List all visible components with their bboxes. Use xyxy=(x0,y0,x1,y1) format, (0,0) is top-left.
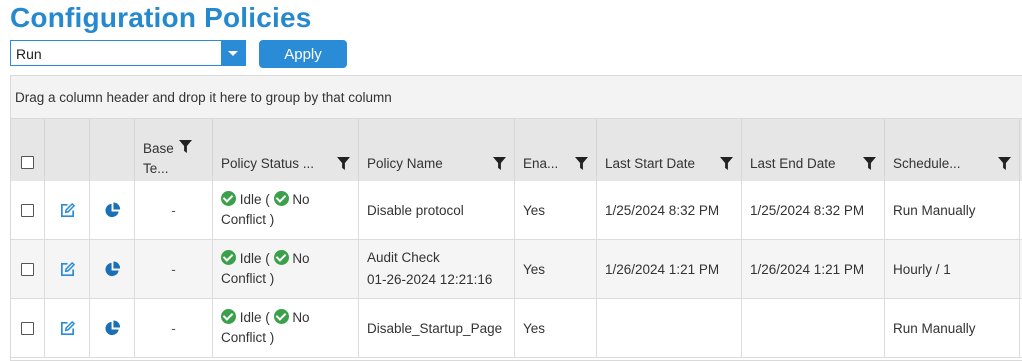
row-policy-name[interactable]: Disable protocol xyxy=(359,181,515,239)
row-last-start: 1/25/2024 8:32 PM xyxy=(597,181,742,239)
pie-chart-icon[interactable] xyxy=(104,260,121,278)
row-edit-cell xyxy=(45,299,90,357)
row-policy-status: Idle ( No Conflict ) xyxy=(213,299,359,357)
header-policy-status[interactable]: Policy Status ... xyxy=(213,119,359,181)
row-schedule: Run Manually xyxy=(885,299,1020,357)
header-last-end-label: Last End Date xyxy=(750,156,836,171)
grid-body: - Idle ( No Conflict ) Disable protocol … xyxy=(11,181,1022,358)
filter-icon[interactable] xyxy=(998,157,1011,170)
row-last-end: 1/25/2024 8:32 PM xyxy=(742,181,885,239)
row-edit-cell xyxy=(45,240,90,298)
header-base-template-line2: Te... xyxy=(143,161,169,176)
header-schedule-label: Schedule... xyxy=(893,156,961,171)
row-enabled: Yes xyxy=(515,181,597,239)
header-policy-status-label: Policy Status ... xyxy=(221,156,315,171)
header-schedule[interactable]: Schedule... xyxy=(885,119,1020,181)
header-base-template-line1: Base xyxy=(143,141,174,156)
row-last-end xyxy=(742,299,885,357)
grid-header: Base Te... Policy Status ... Policy Name… xyxy=(11,119,1022,182)
edit-icon[interactable] xyxy=(59,320,76,337)
header-enabled[interactable]: Ena... xyxy=(515,119,597,181)
header-edit xyxy=(45,119,90,181)
table-row[interactable]: - Idle ( No Conflict ) Audit Check 01-26… xyxy=(11,240,1022,299)
row-schedule: Run Manually xyxy=(885,181,1020,239)
header-enabled-label: Ena... xyxy=(523,156,559,171)
edit-icon[interactable] xyxy=(59,202,76,219)
row-edit-cell xyxy=(45,181,90,239)
header-last-end-date[interactable]: Last End Date xyxy=(742,119,885,181)
row-policy-status: Idle ( No Conflict ) xyxy=(213,181,359,239)
row-enabled: Yes xyxy=(515,299,597,357)
apply-button[interactable]: Apply xyxy=(259,40,347,68)
header-base-template[interactable]: Base Te... xyxy=(135,119,213,181)
row-policy-status: Idle ( No Conflict ) xyxy=(213,240,359,298)
check-circle-icon xyxy=(221,191,236,206)
row-report-cell xyxy=(90,299,135,357)
group-by-area[interactable]: Drag a column header and drop it here to… xyxy=(11,76,1022,119)
check-circle-icon xyxy=(273,250,289,265)
filter-icon[interactable] xyxy=(863,157,876,170)
run-select-value: Run xyxy=(16,46,42,62)
header-policy-name[interactable]: Policy Name xyxy=(359,119,515,181)
table-row[interactable]: - Idle ( No Conflict ) Disable protocol … xyxy=(11,181,1022,240)
row-policy-name[interactable]: Disable_Startup_Page xyxy=(359,299,515,357)
check-circle-icon xyxy=(273,191,289,206)
check-circle-icon xyxy=(221,250,236,265)
edit-icon[interactable] xyxy=(59,261,76,278)
row-last-end: 1/26/2024 1:21 PM xyxy=(742,240,885,298)
table-row[interactable]: - Idle ( No Conflict ) Disable_Startup_P… xyxy=(11,299,1022,358)
filter-icon[interactable] xyxy=(179,140,192,153)
row-last-start xyxy=(597,299,742,357)
check-circle-icon xyxy=(273,309,289,324)
row-base-template: - xyxy=(135,181,213,239)
header-report xyxy=(90,119,135,181)
pie-chart-icon[interactable] xyxy=(104,319,121,337)
row-select-cell xyxy=(11,299,45,357)
filter-icon[interactable] xyxy=(720,157,733,170)
filter-icon[interactable] xyxy=(337,157,350,170)
row-report-cell xyxy=(90,240,135,298)
row-checkbox[interactable] xyxy=(21,262,34,276)
row-last-start: 1/26/2024 1:21 PM xyxy=(597,240,742,298)
header-last-start-date[interactable]: Last Start Date xyxy=(597,119,742,181)
chevron-down-icon[interactable] xyxy=(221,41,245,65)
header-last-start-label: Last Start Date xyxy=(605,156,696,171)
select-all-checkbox[interactable] xyxy=(21,156,34,169)
row-select-cell xyxy=(11,240,45,298)
row-base-template: - xyxy=(135,240,213,298)
row-checkbox[interactable] xyxy=(21,203,34,217)
pie-chart-icon[interactable] xyxy=(104,201,121,219)
row-base-template: - xyxy=(135,299,213,357)
filter-icon[interactable] xyxy=(493,157,506,170)
check-circle-icon xyxy=(221,309,236,324)
header-policy-name-label: Policy Name xyxy=(367,156,443,171)
policies-grid: Drag a column header and drop it here to… xyxy=(10,75,1022,361)
page-title: Configuration Policies xyxy=(10,2,312,33)
row-report-cell xyxy=(90,181,135,239)
row-enabled: Yes xyxy=(515,240,597,298)
row-schedule: Hourly / 1 xyxy=(885,240,1020,298)
header-select-all xyxy=(11,119,45,181)
row-select-cell xyxy=(11,181,45,239)
filter-icon[interactable] xyxy=(575,157,588,170)
row-checkbox[interactable] xyxy=(21,321,34,335)
row-policy-name[interactable]: Audit Check 01-26-2024 12:21:16 xyxy=(359,240,515,298)
run-select[interactable]: Run xyxy=(10,40,246,66)
